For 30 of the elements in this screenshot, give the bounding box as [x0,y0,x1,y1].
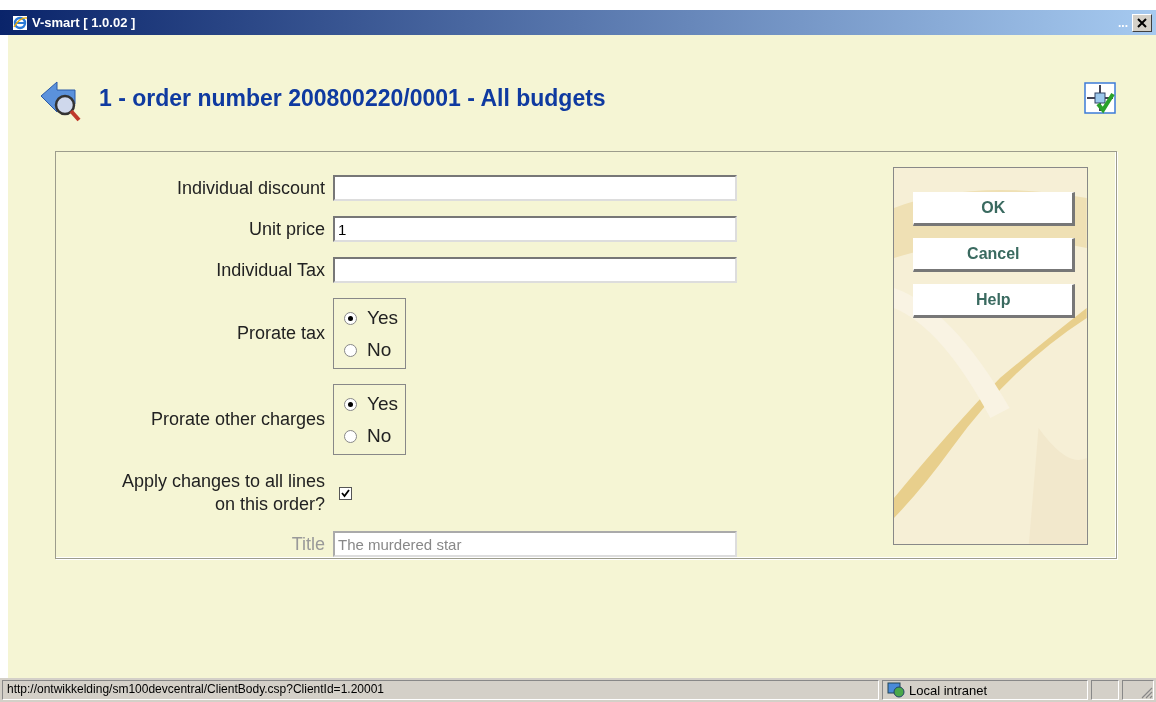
window-overflow: ... [1118,15,1128,30]
page-title: 1 - order number 200800220/0001 - All budgets [99,84,606,112]
radio-option[interactable]: No [344,421,398,451]
security-zone: Local intranet [909,682,988,698]
field-label: Apply changes to all lines on this order? [120,470,325,516]
field-label: Individual discount [175,177,325,199]
checkbox[interactable] [339,486,352,500]
action-button[interactable]: Help [913,284,1076,318]
text-field[interactable] [333,257,737,283]
action-button[interactable]: Cancel [913,238,1076,272]
resize-grip-icon[interactable] [1139,685,1153,699]
browser-icon [12,14,28,31]
globe-icon [887,682,905,698]
status-url: http://ontwikkelding/sm100devcentral/ClientBody.csp?ClientId=1.20001 [2,680,879,700]
text-field[interactable] [333,175,737,201]
action-button[interactable]: OK [913,192,1076,226]
field-label: Prorate tax [235,323,325,344]
move-check-icon[interactable] [1084,82,1116,114]
field-label: Unit price [247,218,325,240]
field-label: Individual Tax [215,259,325,281]
field-label: Title [290,533,325,555]
close-button[interactable] [1132,13,1152,32]
field-label: Prorate other charges [149,409,325,430]
window-title: V-smart [ 1.0.02 ] [32,15,136,30]
radio-option[interactable]: No [344,335,398,365]
status-panel [1091,680,1119,700]
radio-option[interactable]: Yes [344,389,398,419]
close-icon [1137,17,1147,28]
text-field[interactable]: 1 [333,216,737,242]
radio-option[interactable]: Yes [344,303,398,333]
